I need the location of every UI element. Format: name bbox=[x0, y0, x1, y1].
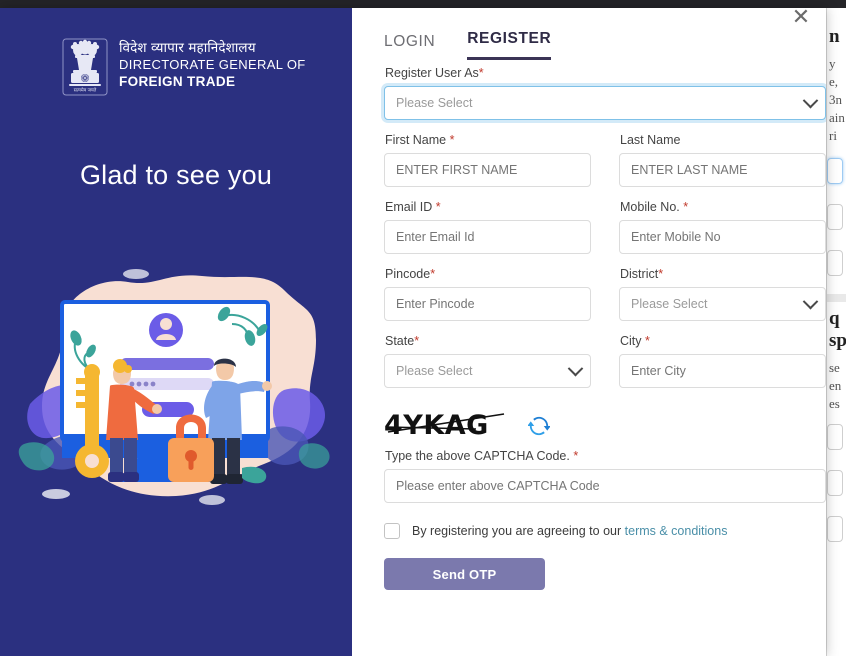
bg-input bbox=[827, 204, 843, 230]
chevron-down-icon bbox=[567, 360, 584, 376]
brand-text-block: विदेश व्यापार महानिदेशालय DIRECTORATE GE… bbox=[119, 38, 306, 90]
label-text: City bbox=[620, 334, 642, 348]
terms-checkbox[interactable] bbox=[384, 523, 400, 539]
required-marker: * bbox=[573, 449, 579, 463]
login-security-illustration-icon bbox=[18, 269, 330, 505]
required-marker: * bbox=[449, 133, 455, 147]
required-marker: * bbox=[683, 200, 689, 214]
pincode-input[interactable] bbox=[384, 287, 591, 321]
bg-fragment: q bbox=[829, 308, 840, 329]
bg-fragment: n bbox=[829, 26, 840, 47]
tab-register[interactable]: REGISTER bbox=[467, 30, 552, 60]
mobile-label: Mobile No. * bbox=[620, 200, 826, 215]
captcha-image: 4YKAG bbox=[384, 410, 512, 442]
required-marker: * bbox=[414, 334, 420, 348]
brand-line-2: FOREIGN TRADE bbox=[119, 74, 236, 89]
label-text: First Name bbox=[385, 133, 447, 147]
label-text: Type the above CAPTCHA Code. bbox=[385, 449, 570, 463]
city-label: City * bbox=[620, 334, 826, 349]
state-label: State* bbox=[385, 334, 591, 349]
refresh-icon[interactable] bbox=[528, 415, 550, 437]
pincode-label: Pincode* bbox=[385, 267, 591, 282]
bg-fragment: e, bbox=[829, 74, 839, 89]
register-form-panel: ✕ LOGIN REGISTER Register User As* Pleas… bbox=[352, 8, 826, 656]
brand-panel: सत्यमेव जयते विदेश व्यापार महानिदेशालय D… bbox=[0, 8, 352, 656]
last-name-input[interactable] bbox=[619, 153, 826, 187]
label-text: Email ID bbox=[385, 200, 433, 214]
district-label: District* bbox=[620, 267, 826, 282]
bg-fragment: 3n bbox=[829, 92, 842, 107]
label-text: State bbox=[385, 334, 415, 348]
terms-and-conditions-link[interactable]: terms & conditions bbox=[625, 524, 728, 538]
label-text: District bbox=[620, 267, 659, 281]
bg-input bbox=[827, 424, 843, 450]
svg-text:सत्यमेव जयते: सत्यमेव जयते bbox=[74, 87, 97, 94]
chevron-down-icon bbox=[802, 293, 819, 309]
register-modal: सत्यमेव जयते विदेश व्यापार महानिदेशालय D… bbox=[0, 8, 826, 656]
captcha-row: 4YKAG bbox=[384, 409, 826, 443]
captcha-input[interactable] bbox=[384, 469, 826, 503]
label-text: Register User As bbox=[385, 66, 479, 80]
required-marker: * bbox=[430, 267, 436, 281]
required-marker: * bbox=[435, 200, 441, 214]
bg-input bbox=[827, 158, 843, 184]
brand-lockup: सत्यमेव जयते विदेश व्यापार महानिदेशालय D… bbox=[62, 38, 306, 96]
email-input[interactable] bbox=[384, 220, 591, 254]
bg-input bbox=[827, 470, 843, 496]
bg-fragment: sp bbox=[829, 330, 846, 351]
district-select[interactable]: Please Select bbox=[619, 287, 826, 321]
bg-input bbox=[827, 250, 843, 276]
terms-label: By registering you are agreeing to our t… bbox=[412, 524, 727, 538]
close-icon[interactable]: ✕ bbox=[788, 8, 814, 32]
brand-line-1: DIRECTORATE GENERAL OF bbox=[119, 57, 306, 72]
captcha-strike-lines bbox=[385, 413, 505, 433]
email-label: Email ID * bbox=[385, 200, 591, 215]
brand-hindi-title: विदेश व्यापार महानिदेशालय bbox=[119, 40, 256, 56]
tab-login[interactable]: LOGIN bbox=[384, 33, 435, 60]
last-name-label: Last Name bbox=[620, 133, 681, 147]
required-marker: * bbox=[645, 334, 650, 348]
select-value: Please Select bbox=[631, 297, 708, 311]
auth-tabs: LOGIN REGISTER bbox=[384, 30, 552, 60]
select-value: Please Select bbox=[396, 96, 473, 110]
captcha-input-label: Type the above CAPTCHA Code. * bbox=[385, 449, 826, 464]
chevron-down-icon bbox=[802, 92, 819, 108]
welcome-headline: Glad to see you bbox=[79, 160, 273, 190]
label-text: Mobile No. bbox=[620, 200, 680, 214]
bg-input bbox=[827, 516, 843, 542]
required-marker: * bbox=[478, 66, 484, 80]
bg-fragment: ri bbox=[829, 128, 837, 143]
bg-fragment: es bbox=[829, 396, 840, 411]
send-otp-button[interactable]: Send OTP bbox=[384, 558, 545, 590]
terms-row: By registering you are agreeing to our t… bbox=[384, 523, 826, 539]
required-marker: * bbox=[658, 267, 664, 281]
terms-text: By registering you are agreeing to our bbox=[412, 524, 622, 538]
india-national-emblem-icon: सत्यमेव जयते bbox=[62, 38, 108, 96]
registration-form: Register User As* Please Select First Na… bbox=[384, 66, 826, 590]
bg-fragment: se bbox=[829, 360, 840, 375]
register-user-as-select[interactable]: Please Select bbox=[384, 86, 826, 120]
background-page-sliver: n y e, 3n ain ri q sp se en es bbox=[826, 8, 846, 656]
bg-fragment: y bbox=[829, 56, 836, 71]
browser-top-strip bbox=[0, 0, 846, 8]
first-name-label: First Name * bbox=[385, 133, 591, 148]
bg-fragment: en bbox=[829, 378, 842, 393]
label-text: Pincode bbox=[385, 267, 431, 281]
bg-divider bbox=[827, 294, 846, 302]
select-value: Please Select bbox=[396, 364, 473, 378]
bg-fragment: ain bbox=[829, 110, 845, 125]
mobile-input[interactable] bbox=[619, 220, 826, 254]
city-input[interactable] bbox=[619, 354, 826, 388]
state-select[interactable]: Please Select bbox=[384, 354, 591, 388]
first-name-input[interactable] bbox=[384, 153, 591, 187]
register-user-as-label: Register User As* bbox=[385, 66, 826, 81]
